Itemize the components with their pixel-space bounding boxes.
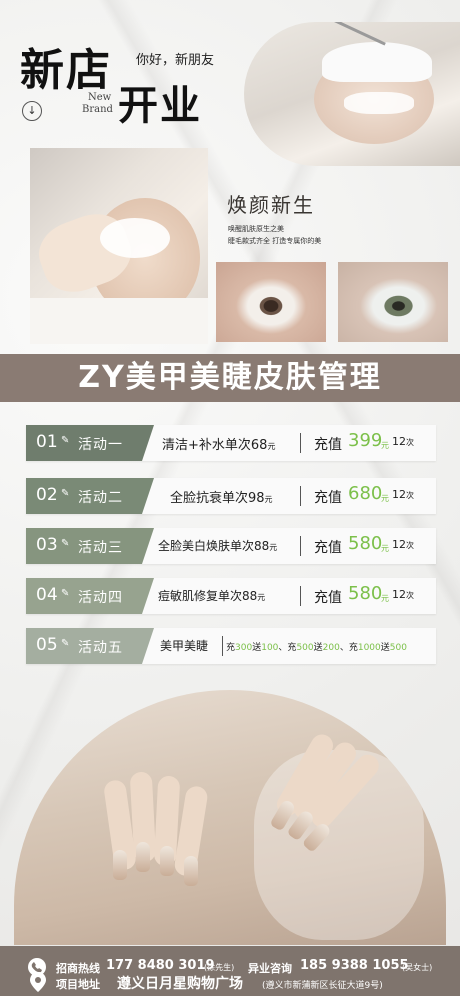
price-unit: 元	[381, 544, 389, 553]
divider	[300, 486, 301, 506]
divider	[222, 636, 223, 656]
location-pin-icon	[30, 972, 46, 996]
subtitle-new: New	[88, 92, 112, 103]
activity-tag-2: 02 ✎ 活动二	[26, 478, 154, 514]
activity-label: 活动三	[78, 540, 123, 556]
price-unit: 元	[381, 441, 389, 450]
activity-tag-1: 01 ✎ 活动一	[26, 425, 154, 461]
eye-closeup-photo-1	[216, 262, 326, 342]
activity-number: 03	[36, 535, 58, 555]
charge-price: 680	[348, 483, 383, 504]
activity-number: 05	[36, 635, 58, 655]
address-main: 遵义日月星购物广场	[117, 976, 243, 992]
hotline-number[interactable]: 177 8480 3019	[106, 958, 215, 973]
address-detail: (遵义市新蒲新区长征大道9号)	[262, 981, 383, 991]
charge-price: 580	[348, 533, 383, 554]
sparkle-icon: ✎	[61, 435, 70, 446]
title-kaiye: 开业	[118, 82, 202, 129]
activity-label: 活动四	[78, 590, 123, 606]
activity-row-5: 05 ✎ 活动五 美甲美睫 充300送100、充500送200、充1000送50…	[26, 628, 436, 664]
address-label: 项目地址	[56, 978, 100, 991]
hotline-label: 招商热线	[56, 962, 100, 975]
consult-contact: (吴女士)	[402, 963, 433, 972]
activity-tag-4: 04 ✎ 活动四	[26, 578, 154, 614]
sparkle-icon: ✎	[61, 488, 70, 499]
price-unit: 元	[381, 594, 389, 603]
arrow-down-icon: ↓	[22, 101, 42, 121]
charge-price: 580	[348, 583, 383, 604]
promo-text: 充300送100、充500送200、充1000送500	[226, 643, 407, 653]
activity-row-2: 02 ✎ 活动二 全脸抗衰单次98元 充值 680 元 12次	[26, 478, 436, 514]
subtitle-brand: Brand	[82, 104, 113, 115]
charge-label: 充值	[314, 590, 342, 606]
activity-number: 02	[36, 485, 58, 505]
consult-label: 异业咨询	[248, 962, 292, 975]
activity-number: 04	[36, 585, 58, 605]
divider	[300, 586, 301, 606]
feature-line-2: 睫毛款式齐全 打造专属你的美	[228, 237, 322, 245]
activity-tag-5: 05 ✎ 活动五	[26, 628, 154, 664]
sparkle-icon: ✎	[61, 588, 70, 599]
eye-closeup-photo-2	[338, 262, 448, 342]
divider	[300, 536, 301, 556]
charge-times: 12次	[392, 588, 414, 601]
activity-item: 美甲美睫	[160, 639, 209, 653]
hotline-contact: (涂先生)	[204, 963, 235, 972]
consult-number[interactable]: 185 9388 1055	[300, 958, 409, 973]
charge-times: 12次	[392, 488, 414, 501]
activity-label: 活动五	[78, 640, 123, 656]
activity-row-4: 04 ✎ 活动四 痘敏肌修复单次88元 充值 580 元 12次	[26, 578, 436, 614]
activity-label: 活动一	[78, 437, 123, 453]
price-unit: 元	[381, 494, 389, 503]
charge-label: 充值	[314, 490, 342, 506]
title-xindian: 新店	[20, 45, 112, 96]
charge-price: 399	[348, 430, 383, 451]
activity-item: 清洁+补水单次68元	[162, 438, 276, 453]
sparkle-icon: ✎	[61, 638, 70, 649]
divider	[300, 433, 301, 453]
face-wash-photo	[30, 148, 208, 344]
activity-item: 全脸美白焕肤单次88元	[158, 539, 278, 553]
activity-number: 01	[36, 432, 58, 452]
feature-title: 焕颜新生	[227, 193, 315, 217]
brand-name: ZY美甲美睫皮肤管理	[78, 360, 382, 395]
activity-tag-3: 03 ✎ 活动三	[26, 528, 154, 564]
charge-label: 充值	[314, 437, 342, 453]
activity-item: 全脸抗衰单次98元	[170, 491, 273, 506]
charge-times: 12次	[392, 435, 414, 448]
activity-row-1: 01 ✎ 活动一 清洁+补水单次68元 充值 399 元 12次	[26, 425, 436, 461]
activity-item: 痘敏肌修复单次88元	[158, 589, 266, 603]
charge-label: 充值	[314, 540, 342, 556]
charge-times: 12次	[392, 538, 414, 551]
feature-line-1: 唤醒肌肤原生之美	[228, 225, 284, 233]
activity-label: 活动二	[78, 490, 123, 506]
activity-row-3: 03 ✎ 活动三 全脸美白焕肤单次88元 充值 580 元 12次	[26, 528, 436, 564]
sparkle-icon: ✎	[61, 538, 70, 549]
greeting-text: 你好，新朋友	[136, 53, 215, 68]
facial-treatment-photo	[244, 22, 460, 166]
